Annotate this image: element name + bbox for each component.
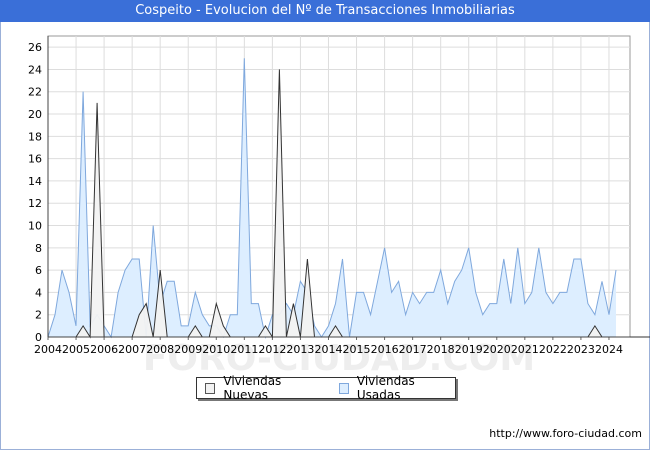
footer-url[interactable]: http://www.foro-ciudad.com bbox=[489, 427, 642, 440]
x-tick-label: 2015 bbox=[343, 343, 371, 356]
x-tick-label: 2010 bbox=[202, 343, 230, 356]
x-tick-label: 2016 bbox=[371, 343, 399, 356]
y-tick-label: 8 bbox=[35, 242, 42, 255]
y-tick-label: 2 bbox=[35, 309, 42, 322]
legend-label-usadas: Viviendas Usadas bbox=[356, 374, 415, 402]
y-tick-label: 14 bbox=[28, 175, 42, 188]
y-tick-label: 24 bbox=[28, 63, 42, 76]
y-tick-label: 10 bbox=[28, 220, 42, 233]
x-tick-label: 2019 bbox=[455, 343, 483, 356]
x-tick-label: 2013 bbox=[286, 343, 314, 356]
x-tick-label: 2018 bbox=[427, 343, 455, 356]
x-tick-label: 2014 bbox=[314, 343, 342, 356]
chart-legend: Viviendas Nuevas Viviendas Usadas bbox=[196, 374, 456, 402]
x-tick-label: 2017 bbox=[399, 343, 427, 356]
y-tick-label: 18 bbox=[28, 130, 42, 143]
y-tick-label: 16 bbox=[28, 153, 42, 166]
legend-item-usadas: Viviendas Usadas bbox=[338, 374, 456, 402]
x-tick-label: 2023 bbox=[567, 343, 595, 356]
y-tick-label: 12 bbox=[28, 197, 42, 210]
y-tick-label: 4 bbox=[35, 286, 42, 299]
x-tick-label: 2006 bbox=[90, 343, 118, 356]
y-tick-label: 20 bbox=[28, 108, 42, 121]
x-tick-label: 2011 bbox=[230, 343, 258, 356]
y-tick-label: 22 bbox=[28, 86, 42, 99]
x-tick-label: 2024 bbox=[595, 343, 623, 356]
x-tick-label: 2021 bbox=[511, 343, 539, 356]
x-tick-label: 2005 bbox=[62, 343, 90, 356]
y-tick-label: 6 bbox=[35, 264, 42, 277]
y-tick-label: 26 bbox=[28, 41, 42, 54]
x-tick-label: 2020 bbox=[483, 343, 511, 356]
legend-item-nuevas: Viviendas Nuevas bbox=[205, 374, 323, 402]
legend-swatch-usadas bbox=[338, 382, 349, 394]
x-tick-label: 2004 bbox=[34, 343, 62, 356]
x-tick-label: 2008 bbox=[146, 343, 174, 356]
x-tick-label: 2022 bbox=[539, 343, 567, 356]
legend-swatch-nuevas bbox=[205, 382, 216, 394]
x-tick-label: 2009 bbox=[174, 343, 202, 356]
x-tick-label: 2007 bbox=[118, 343, 146, 356]
x-tick-label: 2012 bbox=[258, 343, 286, 356]
legend-label-nuevas: Viviendas Nuevas bbox=[223, 374, 282, 402]
